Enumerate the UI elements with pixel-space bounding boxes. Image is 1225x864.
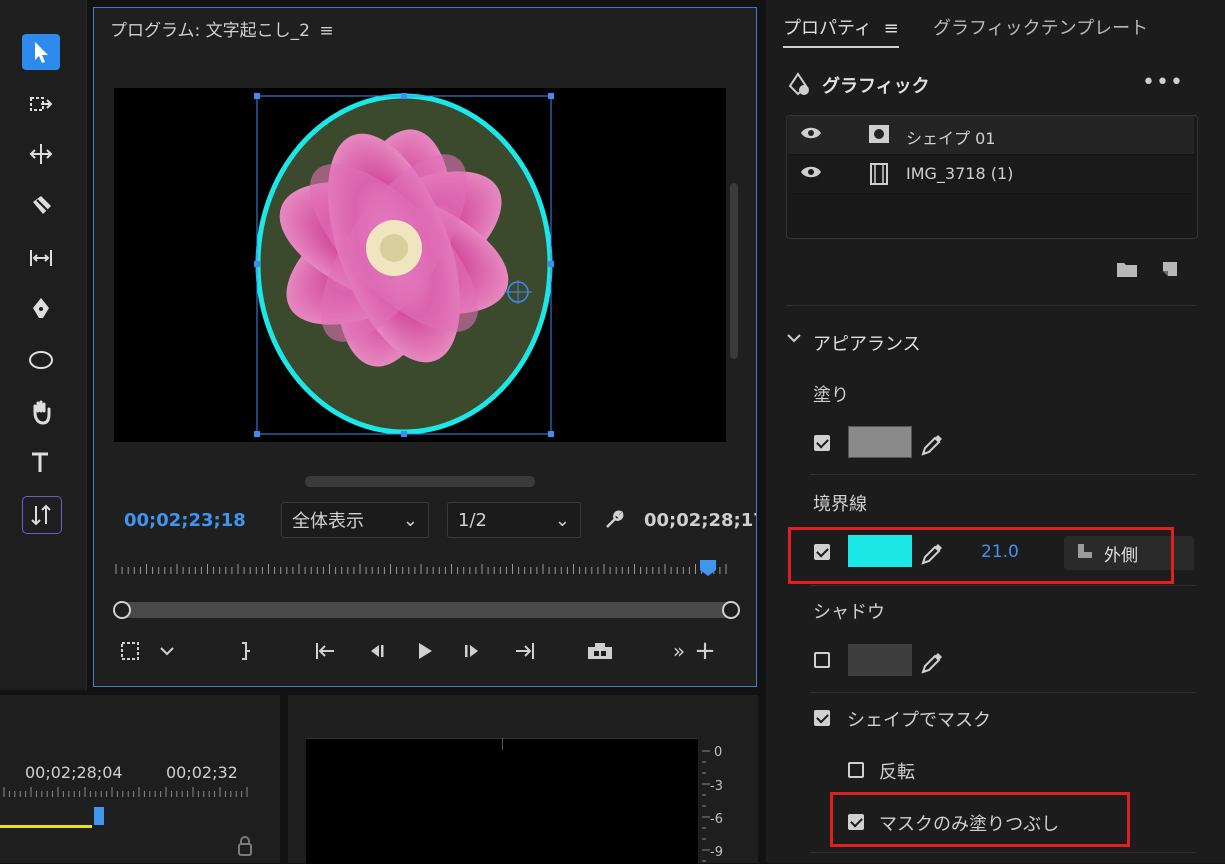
pen-tool-icon[interactable] <box>22 290 60 326</box>
current-timecode[interactable]: 00;02;23;18 <box>124 510 246 531</box>
shadow-label: シャドウ <box>813 602 885 623</box>
fill-checkbox[interactable] <box>814 435 830 451</box>
add-button-icon[interactable]: + <box>694 636 716 666</box>
go-to-out-icon[interactable] <box>510 638 538 664</box>
chevron-down-icon: ⌄ <box>402 509 418 531</box>
program-monitor: プログラム: 文字起こし_2 ≡ 00;02;23;18 全体表示 ⌄ 1/2 … <box>93 7 757 687</box>
play-icon[interactable] <box>412 638 438 664</box>
export-frame-icon[interactable] <box>584 638 616 664</box>
panel-menu-icon[interactable]: ≡ <box>319 21 333 41</box>
mask-with-shape-label: シェイプでマスク <box>847 710 991 731</box>
eyedropper-icon[interactable] <box>921 432 943 460</box>
layer-name: シェイプ 01 <box>906 129 996 148</box>
divider <box>810 692 1196 693</box>
tab-properties[interactable]: プロパティ ≡ <box>783 14 899 48</box>
chevron-down-icon[interactable] <box>156 638 178 664</box>
timeline-panel: 00;02;28;04 00;02;32 <box>0 695 280 863</box>
selection-tool-icon[interactable] <box>22 34 60 70</box>
meter-tick-0: 0 <box>714 745 723 760</box>
shadow-color-swatch[interactable] <box>848 644 912 676</box>
timeline-time-b: 00;02;32 <box>166 763 238 782</box>
new-group-folder-icon[interactable] <box>1116 260 1138 282</box>
timeline-ruler[interactable] <box>0 785 280 805</box>
stroke-label: 境界線 <box>813 494 867 515</box>
lock-track-icon[interactable] <box>236 835 254 857</box>
appearance-section-title: アピアランス <box>813 334 921 355</box>
tools-panel <box>0 0 87 690</box>
slip-tool-icon[interactable] <box>22 240 60 276</box>
duration-timecode: 00;02;28;17 <box>644 510 756 531</box>
ripple-edit-tool-icon[interactable] <box>22 136 60 172</box>
work-area-bar[interactable] <box>0 825 92 828</box>
safe-margins-icon[interactable] <box>116 638 144 664</box>
hand-tool-icon[interactable] <box>22 394 60 430</box>
layer-name: IMG_3718 (1) <box>906 164 1014 183</box>
meter-tick-9: -9 <box>710 845 723 860</box>
video-frame[interactable] <box>114 88 726 442</box>
new-layer-icon[interactable] <box>1161 260 1179 282</box>
film-strip-icon <box>868 163 890 189</box>
panel-menu-icon[interactable]: ≡ <box>884 18 899 39</box>
fill-color-swatch[interactable] <box>848 426 912 458</box>
wrench-icon[interactable] <box>599 506 629 534</box>
divider <box>810 852 1196 853</box>
resolution-value: 1/2 <box>458 509 487 531</box>
meter-tick-6: -6 <box>710 812 723 827</box>
go-to-in-icon[interactable] <box>312 638 340 664</box>
track-select-tool-icon[interactable] <box>22 86 60 122</box>
step-forward-icon[interactable] <box>460 638 486 664</box>
zoom-handle-right[interactable] <box>722 601 740 619</box>
time-ruler[interactable] <box>112 556 742 582</box>
divider <box>786 305 1196 306</box>
highlight-box-fill-mask <box>830 792 1130 847</box>
graphic-icon <box>786 70 812 98</box>
ellipse-tool-icon[interactable] <box>22 342 60 378</box>
layer-row-shape[interactable]: シェイプ 01 <box>788 116 1194 155</box>
meter-divider <box>502 738 503 750</box>
remix-tool-icon[interactable] <box>22 496 62 534</box>
divider <box>810 585 1196 586</box>
graphic-section-title: グラフィック <box>822 76 930 97</box>
mask-with-shape-checkbox[interactable] <box>814 710 830 726</box>
more-controls-icon[interactable]: » <box>668 638 690 664</box>
zoom-handle-left[interactable] <box>113 601 131 619</box>
zoom-scroll-bar[interactable] <box>114 602 740 618</box>
audio-meter-panel: 0 -3 -6 -9 <box>288 695 758 864</box>
meter-display <box>306 738 698 864</box>
chevron-down-icon: ⌄ <box>554 509 570 531</box>
invert-label: 反転 <box>879 762 915 783</box>
divider <box>810 474 1196 475</box>
properties-panel: プロパティ ≡ グラフィックテンプレート グラフィック ••• シェイプ 01 … <box>766 0 1225 863</box>
invert-checkbox[interactable] <box>848 762 864 778</box>
eye-icon[interactable] <box>800 125 822 145</box>
razor-tool-icon[interactable] <box>22 188 60 224</box>
monitor-title: プログラム: 文字起こし_2 ≡ <box>110 16 334 41</box>
shape-layer-icon <box>868 124 890 148</box>
mark-out-icon[interactable] <box>234 638 256 664</box>
highlight-box-stroke <box>788 527 1174 584</box>
tab-graphic-templates[interactable]: グラフィックテンプレート <box>933 14 1148 40</box>
zoom-dropdown[interactable]: 全体表示 ⌄ <box>281 502 429 538</box>
zoom-value: 全体表示 <box>292 511 364 532</box>
flower-image <box>254 93 554 437</box>
more-options-icon[interactable]: ••• <box>1142 70 1184 95</box>
monitor-vertical-scrollbar[interactable] <box>730 183 738 359</box>
monitor-horizontal-scrollbar[interactable] <box>305 476 535 487</box>
chevron-down-icon[interactable] <box>786 330 802 350</box>
tab-properties-label: プロパティ <box>783 18 872 39</box>
timeline-playhead-icon[interactable] <box>94 807 104 825</box>
shadow-checkbox[interactable] <box>814 652 830 668</box>
eye-icon[interactable] <box>800 164 822 184</box>
resolution-dropdown[interactable]: 1/2 ⌄ <box>447 502 581 538</box>
monitor-title-text: プログラム: 文字起こし_2 <box>110 21 310 41</box>
eyedropper-icon[interactable] <box>921 650 943 678</box>
step-back-icon[interactable] <box>362 638 388 664</box>
meter-tick-3: -3 <box>710 779 723 794</box>
layer-row-image[interactable]: IMG_3718 (1) <box>788 155 1194 194</box>
fill-label: 塗り <box>813 385 849 406</box>
timeline-time-a: 00;02;28;04 <box>25 763 123 782</box>
type-tool-icon[interactable] <box>22 444 60 480</box>
